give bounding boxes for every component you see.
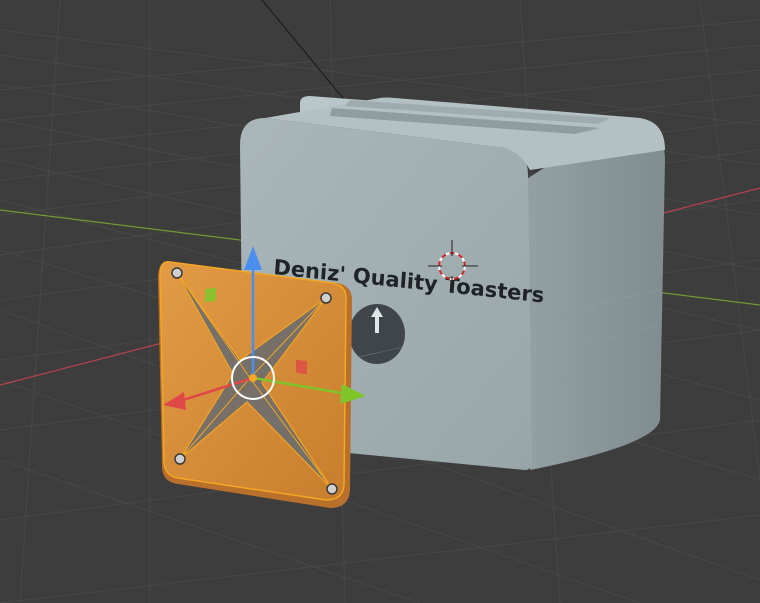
yz-plane-handle[interactable]: [205, 287, 216, 303]
viewport-canvas[interactable]: Deniz' Quality Toasters: [0, 0, 760, 603]
3d-viewport[interactable]: Deniz' Quality Toasters: [0, 0, 760, 603]
xz-plane-handle[interactable]: [296, 359, 307, 375]
toaster-knob[interactable]: [349, 304, 405, 364]
selected-plate-object[interactable]: [158, 261, 352, 508]
